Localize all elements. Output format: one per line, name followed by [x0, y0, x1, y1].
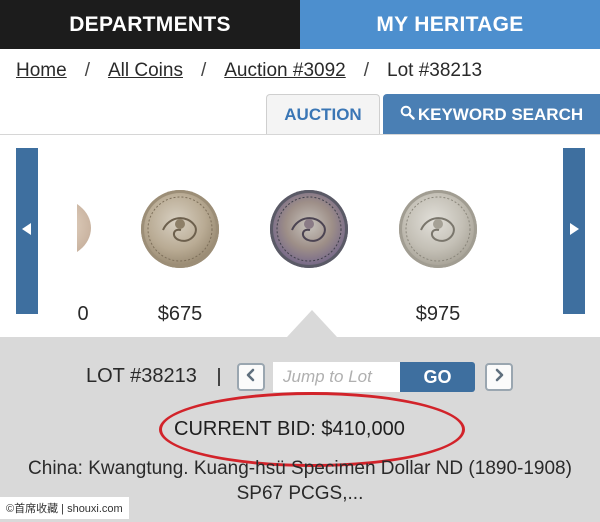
jump-to-lot-input[interactable]	[273, 362, 400, 392]
breadcrumb-separator: /	[363, 60, 370, 81]
carousel-price: 0	[77, 303, 89, 325]
divider	[218, 368, 220, 386]
triangle-left-icon	[22, 222, 32, 240]
breadcrumb-all-coins-link[interactable]: All Coins	[108, 60, 183, 82]
chevron-right-icon	[493, 368, 505, 387]
carousel-price: $675	[157, 303, 203, 325]
lot-panel: LOT #38213 GO CURRENT BID: $410,000 Chin…	[0, 310, 600, 522]
my-heritage-button[interactable]: MY HERITAGE	[300, 0, 600, 49]
tab-auction[interactable]: AUCTION	[266, 94, 380, 135]
tab-keyword-search[interactable]: KEYWORD SEARCH	[383, 94, 600, 135]
lot-carousel: 0 $675 $975	[0, 135, 600, 337]
go-button-label: GO	[423, 366, 452, 387]
breadcrumb-current-lot: Lot #38213	[387, 60, 483, 81]
search-icon	[400, 105, 418, 125]
carousel-prev-button[interactable]	[16, 148, 38, 314]
current-item-pointer	[287, 310, 337, 337]
breadcrumb-home-link[interactable]: Home	[16, 60, 67, 82]
carousel-coin-current[interactable]	[270, 190, 348, 268]
dragon-design-icon	[147, 196, 213, 262]
tab-auction-label: AUCTION	[284, 105, 362, 124]
carousel-coin-partial[interactable]	[77, 197, 91, 259]
prev-lot-button[interactable]	[237, 363, 265, 391]
carousel-coin-675[interactable]	[141, 190, 219, 268]
breadcrumb: Home / All Coins / Auction #3092 / Lot #…	[16, 58, 482, 84]
watermark: ©首席收藏 | shouxi.com	[0, 497, 129, 519]
chevron-left-icon	[245, 368, 257, 387]
carousel-price: $975	[415, 303, 461, 325]
carousel-coin-975[interactable]	[399, 190, 477, 268]
top-nav: DEPARTMENTS MY HERITAGE	[0, 0, 600, 49]
carousel-next-button[interactable]	[563, 148, 585, 314]
go-button[interactable]: GO	[400, 362, 475, 392]
next-lot-button[interactable]	[485, 363, 513, 391]
dragon-design-icon	[276, 196, 342, 262]
tab-keyword-search-label: KEYWORD SEARCH	[417, 104, 584, 124]
coin-image	[77, 197, 91, 259]
breadcrumb-separator: /	[200, 60, 207, 81]
triangle-right-icon	[569, 222, 579, 240]
breadcrumb-auction-link[interactable]: Auction #3092	[224, 60, 346, 82]
lot-number-label: LOT #38213	[86, 365, 197, 387]
breadcrumb-separator: /	[84, 60, 90, 81]
dragon-design-icon	[405, 196, 471, 262]
departments-button[interactable]: DEPARTMENTS	[0, 0, 300, 49]
